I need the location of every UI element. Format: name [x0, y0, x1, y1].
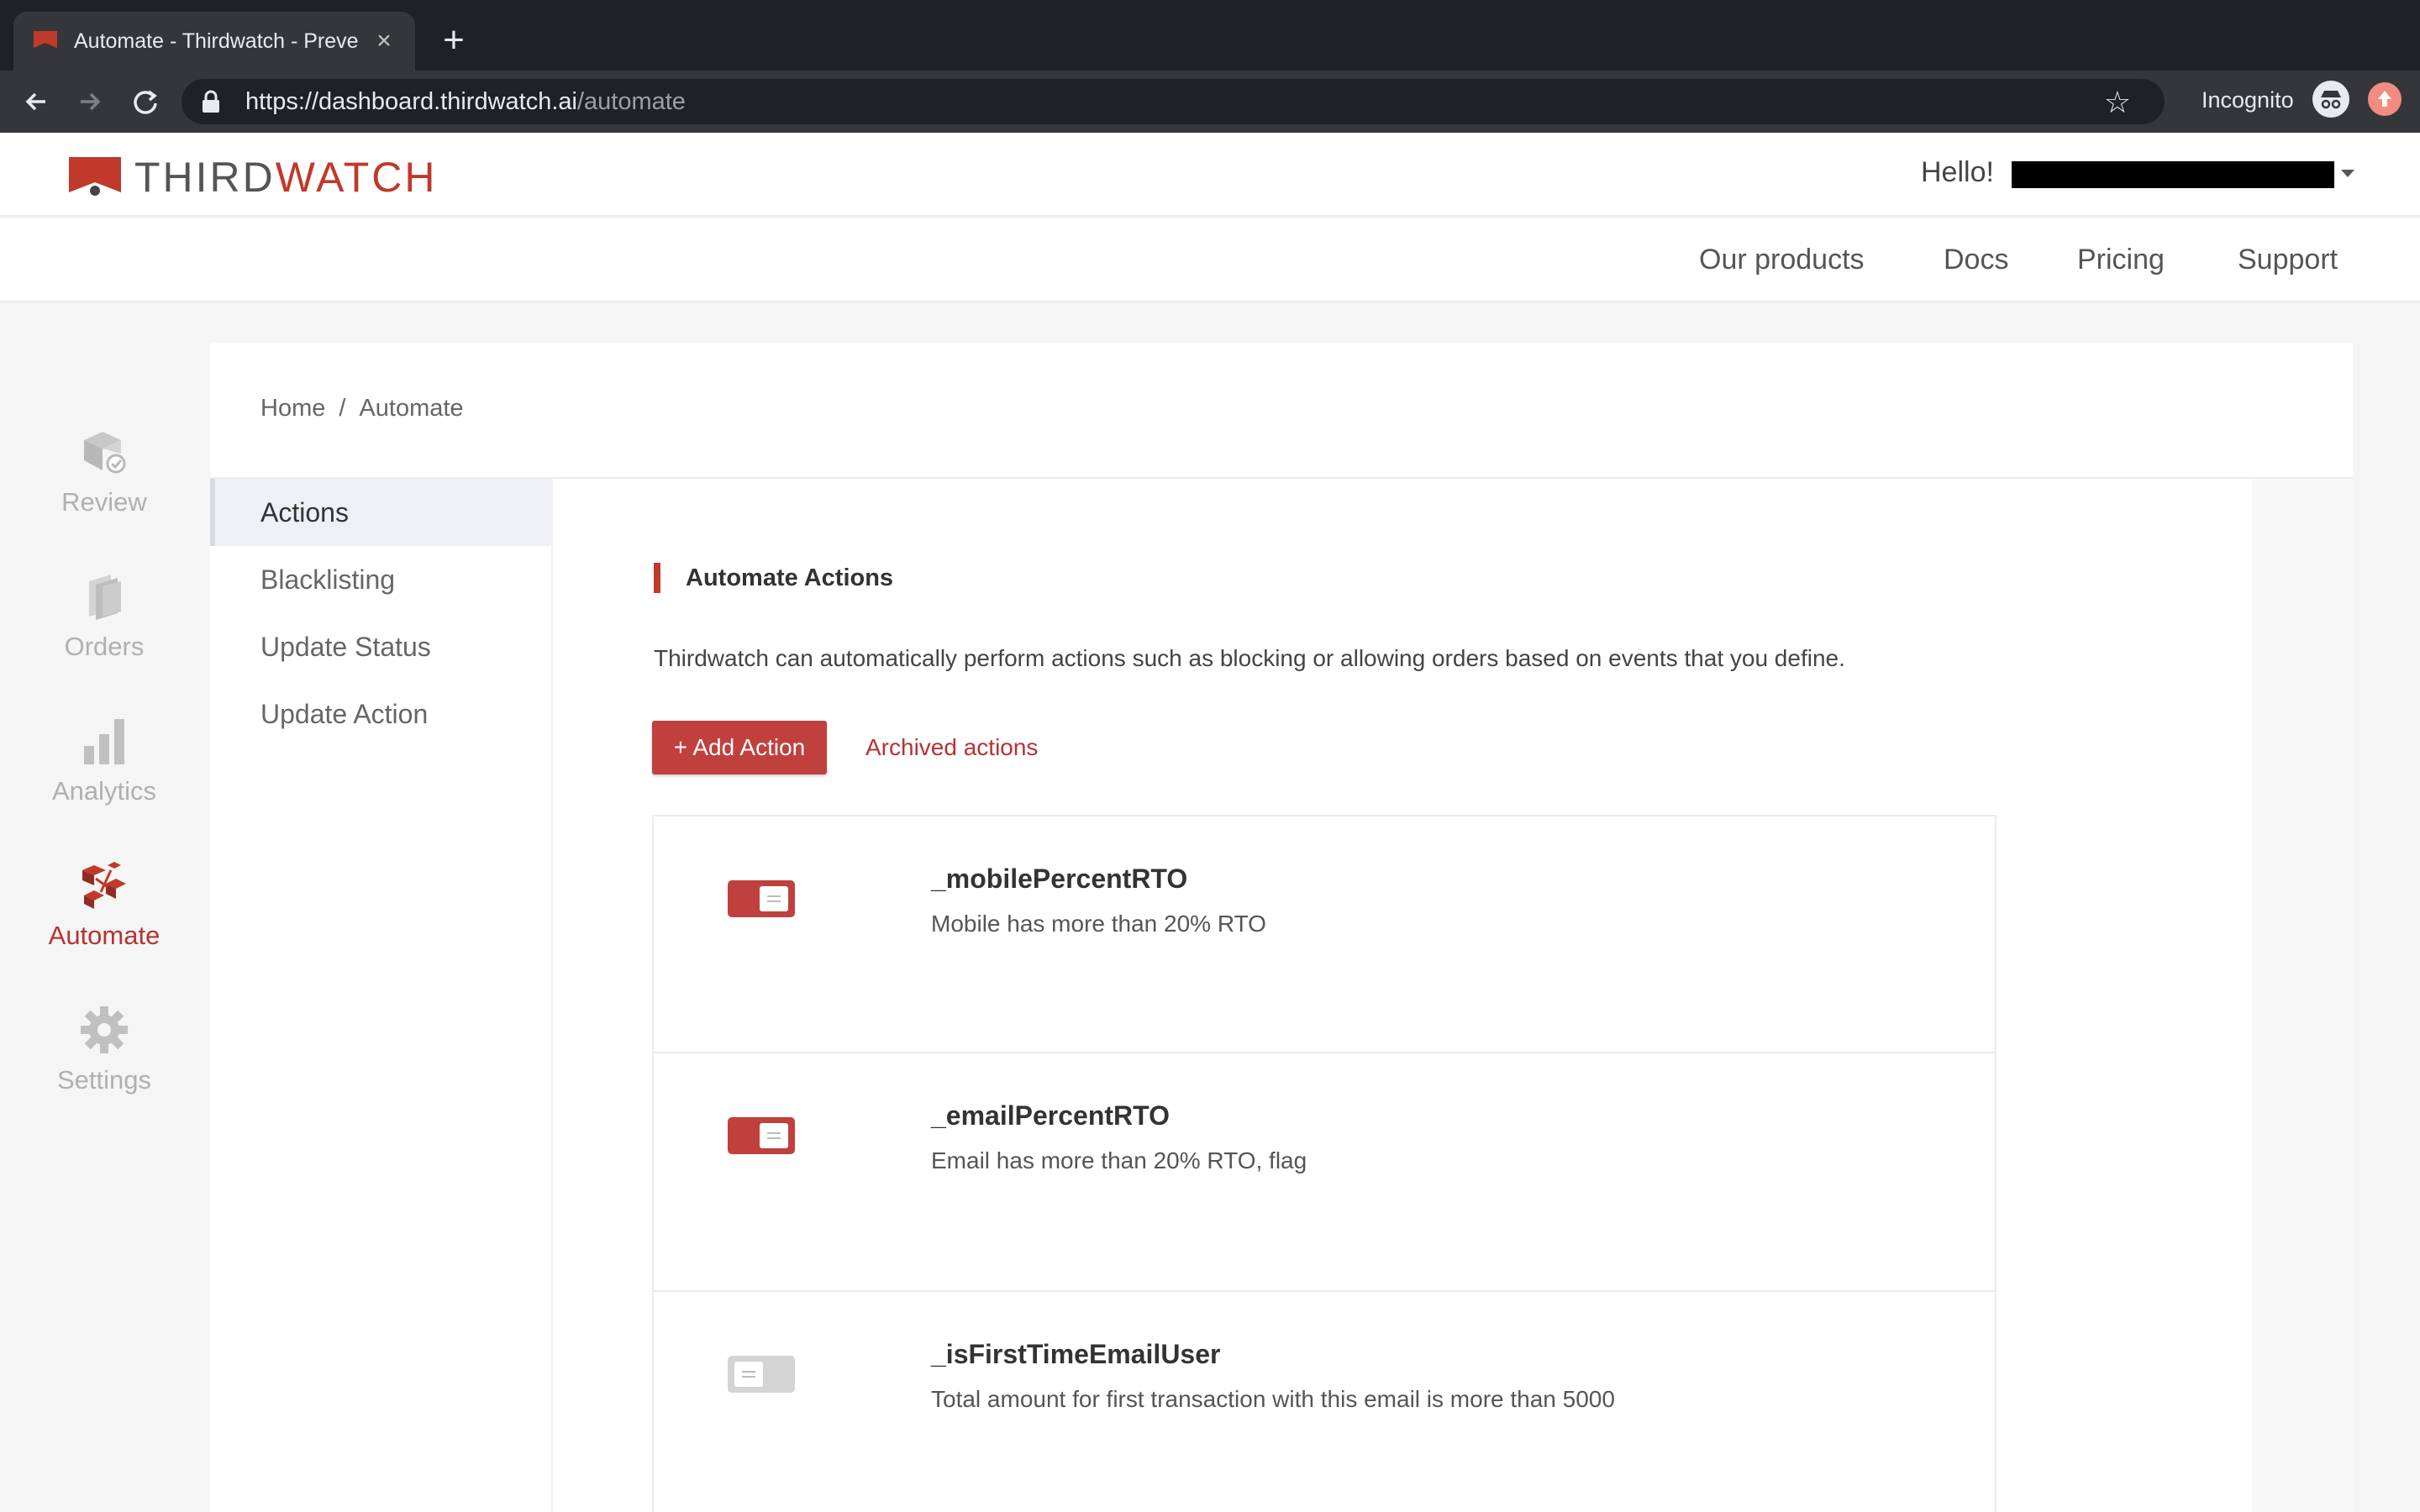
address-bar[interactable]: https://dashboard.thirdwatch.ai/automate… — [182, 79, 2165, 124]
bookmark-star-icon[interactable]: ☆ — [2104, 87, 2131, 118]
toggle-knob — [734, 1362, 763, 1387]
toggle-knob — [760, 1123, 788, 1148]
content-card: Home / Automate Actions Blacklisting Updat… — [210, 343, 2353, 1512]
action-row: _isFirstTimeEmailUser Total amount for f… — [652, 1292, 1996, 1512]
thirdwatch-favicon-icon — [34, 31, 57, 48]
subnav-item-update-action[interactable]: Update Action — [210, 680, 551, 748]
logo-text-watch: WATCH — [275, 154, 438, 201]
rail-label-automate: Automate — [48, 921, 160, 950]
rail-label-settings: Settings — [56, 1065, 151, 1095]
app-header: THIRDWATCH Hello! — [0, 133, 2420, 217]
subnav-item-update-status[interactable]: Update Status — [210, 613, 551, 680]
automate-icon — [82, 862, 126, 909]
lock-icon — [203, 90, 219, 113]
rail-label-analytics: Analytics — [51, 776, 157, 806]
thirdwatch-logo[interactable]: THIRDWATCH — [67, 153, 438, 202]
action-toggle[interactable] — [728, 880, 795, 917]
browser-tab-bar: Automate - Thirdwatch - Preve × + — [0, 0, 2420, 71]
rail-label-orders: Orders — [64, 632, 145, 661]
toggle-knob — [760, 886, 788, 911]
profile-update-icon[interactable] — [2368, 82, 2402, 116]
reload-icon[interactable] — [126, 82, 165, 121]
forward-arrow-icon[interactable] — [71, 82, 109, 121]
user-menu-caret-icon[interactable] — [2341, 170, 2354, 177]
username-redacted[interactable] — [2012, 161, 2334, 188]
action-toggle[interactable] — [728, 1356, 795, 1393]
automate-main: Automate Actions Thirdwatch can automati… — [551, 479, 2252, 1512]
action-toggle[interactable] — [728, 1117, 795, 1154]
main-right-gutter — [2252, 479, 2353, 1512]
logo-text-third: THIRD — [134, 154, 276, 201]
rail-item-review[interactable]: Review — [0, 425, 208, 517]
subnav-item-blacklisting[interactable]: Blacklisting — [210, 546, 551, 613]
rail-item-settings[interactable]: Settings — [0, 1003, 208, 1095]
action-name[interactable]: _isFirstTimeEmailUser — [931, 1339, 1220, 1370]
top-nav-our-products[interactable]: Our products — [1699, 244, 1865, 276]
section-title: Automate Actions — [654, 563, 893, 593]
breadcrumb-separator: / — [339, 395, 346, 422]
action-list: _mobilePercentRTO Mobile has more than 2… — [652, 815, 1996, 1512]
browser-toolbar: https://dashboard.thirdwatch.ai/automate… — [0, 71, 2420, 133]
browser-tab[interactable]: Automate - Thirdwatch - Preve × — [13, 12, 415, 71]
action-row: _emailPercentRTO Email has more than 20%… — [652, 1053, 1996, 1292]
section-description: Thirdwatch can automatically perform act… — [654, 645, 1845, 671]
url-path: /automate — [576, 87, 686, 115]
orders-stack-icon — [89, 575, 121, 620]
gear-icon — [81, 1006, 128, 1053]
subnav-item-actions[interactable]: Actions — [210, 479, 551, 546]
breadcrumb-home[interactable]: Home — [260, 395, 325, 422]
top-nav-support[interactable]: Support — [2238, 244, 2338, 276]
action-description: Email has more than 20% RTO, flag — [931, 1147, 1307, 1173]
breadcrumb: Home / Automate — [260, 395, 464, 423]
greeting: Hello! — [1921, 156, 1994, 188]
incognito-icon[interactable] — [2312, 81, 2349, 118]
url-host: https://dashboard.thirdwatch.ai — [245, 87, 577, 115]
archived-actions-link[interactable]: Archived actions — [865, 734, 1038, 761]
breadcrumb-current: Automate — [359, 395, 464, 422]
tab-title: Automate - Thirdwatch - Preve — [74, 29, 359, 53]
incognito-label: Incognito — [2202, 87, 2294, 113]
rail-item-analytics[interactable]: Analytics — [0, 714, 208, 806]
automate-subnav: Actions Blacklisting Update Status Updat… — [210, 479, 551, 1512]
rail-item-automate[interactable]: Automate — [0, 858, 208, 951]
thirdwatch-logo-icon — [69, 157, 121, 196]
new-tab-icon[interactable]: + — [437, 22, 471, 59]
top-nav-pricing[interactable]: Pricing — [2077, 244, 2165, 276]
review-box-icon — [84, 432, 126, 474]
action-name[interactable]: _mobilePercentRTO — [931, 864, 1187, 895]
top-nav-docs[interactable]: Docs — [1944, 244, 2008, 276]
rail-label-review: Review — [61, 487, 147, 517]
action-description: Mobile has more than 20% RTO — [931, 911, 1266, 937]
bar-chart-icon — [84, 719, 124, 764]
top-nav: Our products Docs Pricing Support — [0, 218, 2420, 302]
action-row: _mobilePercentRTO Mobile has more than 2… — [652, 815, 1996, 1053]
rail-item-orders[interactable]: Orders — [0, 570, 208, 662]
action-name[interactable]: _emailPercentRTO — [931, 1100, 1170, 1131]
add-action-button[interactable]: + Add Action — [652, 721, 827, 774]
action-description: Total amount for first transaction with … — [931, 1386, 1615, 1412]
tab-close-icon[interactable]: × — [371, 29, 397, 54]
back-arrow-icon[interactable] — [17, 82, 55, 121]
